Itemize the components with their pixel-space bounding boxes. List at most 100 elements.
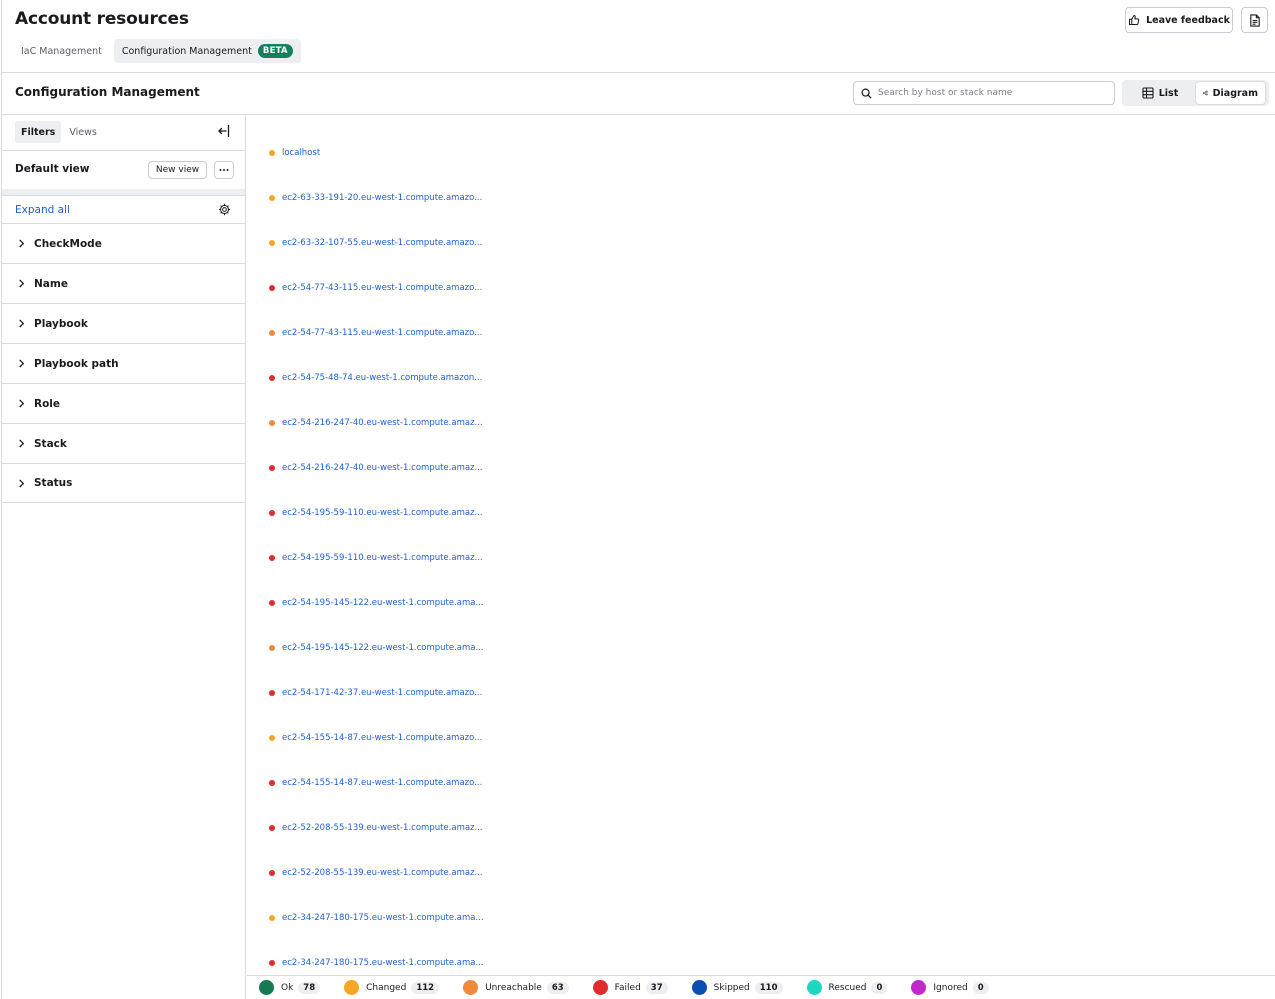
more-options-button[interactable]	[214, 161, 234, 179]
host-name-link[interactable]: ec2-52-208-55-139.eu-west-1.compute.amaz…	[282, 868, 483, 878]
status-dot	[269, 735, 275, 741]
chevron-right-icon	[19, 279, 25, 288]
host-item[interactable]: ec2-34-247-180-175.eu-west-1.compute.ama…	[269, 911, 484, 925]
legend-swatch	[806, 980, 822, 995]
host-item[interactable]: ec2-34-247-180-175.eu-west-1.compute.ama…	[269, 956, 484, 970]
host-item[interactable]: ec2-52-208-55-139.eu-west-1.compute.amaz…	[269, 866, 483, 880]
host-item[interactable]: localhost	[269, 146, 320, 160]
host-name-link[interactable]: ec2-63-33-191-20.eu-west-1.compute.amazo…	[282, 193, 482, 203]
host-item[interactable]: ec2-54-195-59-110.eu-west-1.compute.amaz…	[269, 551, 483, 565]
status-legend: Ok 78 Changed 112 Unreachable 63 Failed 37 Skipp…	[247, 975, 1275, 999]
host-name-link[interactable]: ec2-63-32-107-55.eu-west-1.compute.amazo…	[282, 238, 482, 248]
filter-group[interactable]: CheckMode	[2, 223, 245, 263]
expand-all-link[interactable]: Expand all	[15, 204, 70, 216]
status-dot	[269, 555, 275, 561]
filter-group[interactable]: Stack	[2, 423, 245, 463]
filter-group[interactable]: Name	[2, 263, 245, 303]
host-item[interactable]: ec2-54-216-247-40.eu-west-1.compute.amaz…	[269, 461, 483, 475]
host-item[interactable]: ec2-54-77-43-115.eu-west-1.compute.amazo…	[269, 281, 482, 295]
search-icon	[861, 88, 872, 99]
host-item[interactable]: ec2-54-75-48-74.eu-west-1.compute.amazon…	[269, 371, 482, 385]
document-icon	[1249, 13, 1260, 27]
search-input[interactable]	[878, 88, 1103, 98]
host-name-link[interactable]: ec2-54-216-247-40.eu-west-1.compute.amaz…	[282, 418, 483, 428]
filter-group[interactable]: Role	[2, 383, 245, 423]
legend-count: 112	[411, 981, 440, 994]
host-item[interactable]: ec2-63-32-107-55.eu-west-1.compute.amazo…	[269, 236, 482, 250]
chevron-right-icon	[19, 319, 25, 328]
more-horizontal-icon	[219, 169, 229, 171]
host-name-link[interactable]: ec2-54-155-14-87.eu-west-1.compute.amazo…	[282, 778, 482, 788]
view-toggle: List Diagram	[1122, 80, 1269, 106]
host-name-link[interactable]: ec2-54-171-42-37.eu-west-1.compute.amazo…	[282, 688, 482, 698]
filter-group[interactable]: Status	[2, 463, 245, 503]
legend-item-unreachable: Unreachable 63	[463, 980, 569, 995]
leave-feedback-button[interactable]: Leave feedback	[1125, 7, 1233, 33]
chevron-right-icon	[19, 399, 25, 408]
legend-item-failed: Failed 37	[592, 980, 668, 995]
legend-count: 63	[546, 981, 569, 994]
filter-group-label: CheckMode	[34, 237, 102, 250]
status-dot	[269, 375, 275, 381]
host-item[interactable]: ec2-54-216-247-40.eu-west-1.compute.amaz…	[269, 416, 483, 430]
tab-filters[interactable]: Filters	[15, 121, 62, 143]
host-name-link[interactable]: ec2-54-77-43-115.eu-west-1.compute.amazo…	[282, 283, 482, 293]
host-item[interactable]: ec2-52-208-55-139.eu-west-1.compute.amaz…	[269, 821, 483, 835]
list-view-button[interactable]: List	[1124, 82, 1196, 104]
legend-label: Skipped	[713, 982, 750, 993]
filter-group-label: Playbook path	[34, 357, 119, 370]
host-name-link[interactable]: ec2-54-216-247-40.eu-west-1.compute.amaz…	[282, 463, 483, 473]
host-name-link[interactable]: ec2-54-195-145-122.eu-west-1.compute.ama…	[282, 598, 484, 608]
chevron-right-icon	[19, 239, 25, 248]
legend-swatch	[592, 980, 608, 995]
legend-label: Ok	[281, 982, 294, 993]
host-item[interactable]: ec2-54-171-42-37.eu-west-1.compute.amazo…	[269, 686, 482, 700]
host-name-link[interactable]: ec2-54-75-48-74.eu-west-1.compute.amazon…	[282, 373, 482, 383]
host-name-link[interactable]: localhost	[282, 148, 320, 158]
chevron-right-icon	[19, 359, 25, 368]
status-dot	[269, 195, 275, 201]
host-item[interactable]: ec2-54-195-59-110.eu-west-1.compute.amaz…	[269, 506, 483, 520]
tab-iac-management[interactable]: IaC Management	[13, 39, 110, 63]
host-item[interactable]: ec2-54-77-43-115.eu-west-1.compute.amazo…	[269, 326, 482, 340]
status-dot	[269, 915, 275, 921]
host-item[interactable]: ec2-54-195-145-122.eu-west-1.compute.ama…	[269, 641, 484, 655]
tab-configuration-management[interactable]: Configuration Management BETA	[113, 39, 301, 63]
host-item[interactable]: ec2-54-155-14-87.eu-west-1.compute.amazo…	[269, 776, 482, 790]
documentation-button[interactable]	[1241, 7, 1268, 33]
current-view-row: Default view New view	[2, 150, 245, 188]
tab-views[interactable]: Views	[63, 121, 103, 143]
current-view-name: Default view	[15, 163, 90, 175]
host-name-link[interactable]: ec2-54-77-43-115.eu-west-1.compute.amazo…	[282, 328, 482, 338]
diagram-icon	[1203, 90, 1208, 96]
collapse-sidebar-icon[interactable]	[216, 123, 232, 139]
status-dot	[269, 690, 275, 696]
new-view-button[interactable]: New view	[148, 161, 207, 179]
filter-group[interactable]: Playbook path	[2, 343, 245, 383]
host-name-link[interactable]: ec2-34-247-180-175.eu-west-1.compute.ama…	[282, 913, 484, 923]
diagram-view-button[interactable]: Diagram	[1196, 82, 1265, 104]
legend-count: 110	[754, 981, 783, 994]
host-item[interactable]: ec2-63-33-191-20.eu-west-1.compute.amazo…	[269, 191, 482, 205]
status-dot	[269, 510, 275, 516]
host-name-link[interactable]: ec2-54-195-59-110.eu-west-1.compute.amaz…	[282, 508, 483, 518]
legend-item-changed: Changed 112	[344, 980, 440, 995]
host-name-link[interactable]: ec2-54-195-145-122.eu-west-1.compute.ama…	[282, 643, 484, 653]
host-item[interactable]: ec2-54-155-14-87.eu-west-1.compute.amazo…	[269, 731, 482, 745]
gear-icon[interactable]	[218, 203, 231, 216]
list-label: List	[1158, 87, 1179, 99]
legend-swatch	[463, 980, 479, 995]
divider-band	[2, 189, 245, 196]
legend-label: Failed	[614, 982, 641, 993]
host-name-link[interactable]: ec2-52-208-55-139.eu-west-1.compute.amaz…	[282, 823, 483, 833]
status-dot	[269, 285, 275, 291]
host-item[interactable]: ec2-54-195-145-122.eu-west-1.compute.ama…	[269, 596, 484, 610]
search-box[interactable]	[853, 81, 1115, 105]
status-dot	[269, 870, 275, 876]
filter-group[interactable]: Playbook	[2, 303, 245, 343]
host-name-link[interactable]: ec2-34-247-180-175.eu-west-1.compute.ama…	[282, 958, 484, 968]
host-name-link[interactable]: ec2-54-155-14-87.eu-west-1.compute.amazo…	[282, 733, 482, 743]
host-name-link[interactable]: ec2-54-195-59-110.eu-west-1.compute.amaz…	[282, 553, 483, 563]
status-dot	[269, 420, 275, 426]
section-header: Configuration Management List Diagram	[2, 73, 1275, 115]
